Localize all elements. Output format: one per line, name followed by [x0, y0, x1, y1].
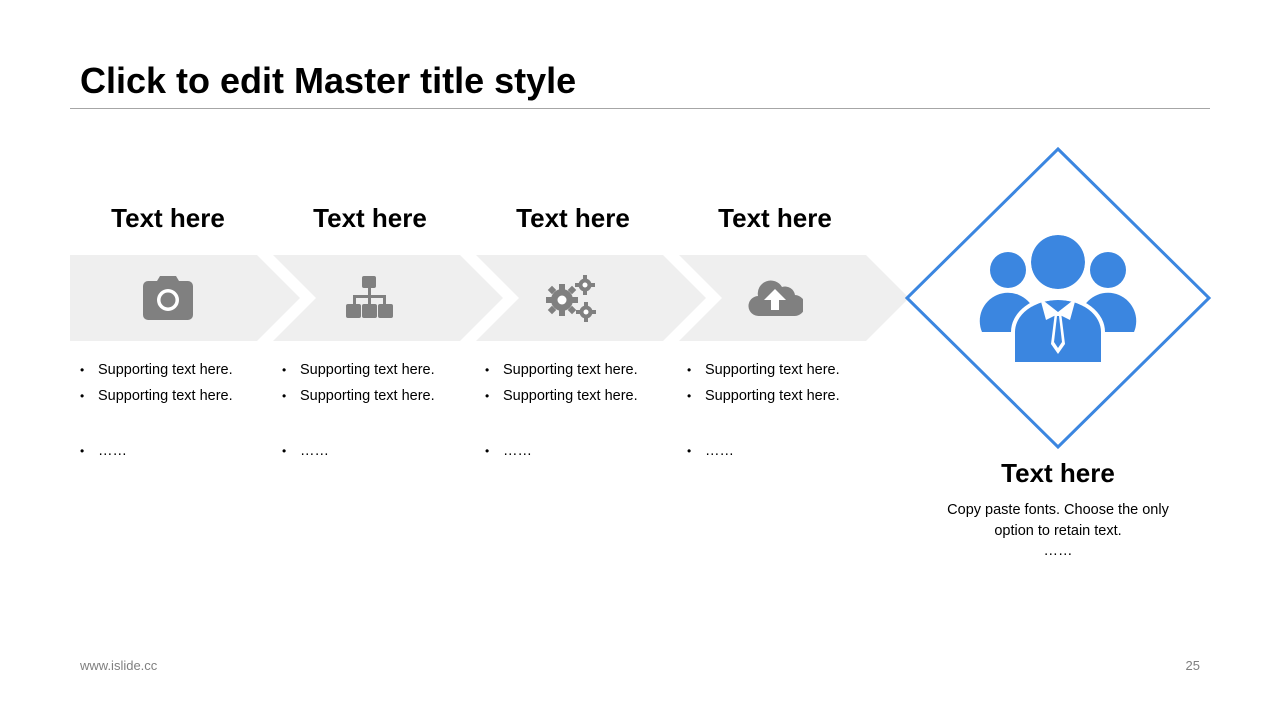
result-description[interactable]: Copy paste fonts. Choose the only option… — [938, 500, 1178, 542]
step-1-heading[interactable]: Text here — [68, 203, 268, 234]
list-item[interactable]: Supporting text here. — [282, 388, 435, 404]
camera-icon — [143, 276, 193, 320]
list-item[interactable]: Supporting text here. — [282, 362, 435, 378]
list-item[interactable]: …… — [485, 443, 532, 459]
result-ellipsis[interactable]: …… — [938, 543, 1178, 559]
list-item[interactable]: Supporting text here. — [485, 362, 638, 378]
list-item[interactable]: Supporting text here. — [80, 388, 233, 404]
page-number: 25 — [1185, 658, 1200, 673]
team-icon — [979, 232, 1137, 362]
result-heading[interactable]: Text here — [938, 458, 1178, 489]
step-3-heading[interactable]: Text here — [473, 203, 673, 234]
list-item[interactable]: Supporting text here. — [80, 362, 233, 378]
list-item[interactable]: …… — [282, 443, 329, 459]
footer-url: www.islide.cc — [80, 658, 158, 673]
title-divider — [70, 108, 1210, 109]
step-2-heading[interactable]: Text here — [270, 203, 470, 234]
slide-title[interactable]: Click to edit Master title style — [80, 60, 576, 102]
step-4-heading[interactable]: Text here — [675, 203, 875, 234]
list-item[interactable]: Supporting text here. — [687, 362, 840, 378]
org-chart-icon — [346, 276, 393, 318]
list-item[interactable]: …… — [687, 443, 734, 459]
gears-icon — [546, 275, 596, 322]
list-item[interactable]: Supporting text here. — [687, 388, 840, 404]
slide: Click to edit Master title style Text he… — [0, 0, 1280, 720]
cloud-upload-icon — [748, 280, 803, 317]
list-item[interactable]: Supporting text here. — [485, 388, 638, 404]
list-item[interactable]: …… — [80, 443, 127, 459]
